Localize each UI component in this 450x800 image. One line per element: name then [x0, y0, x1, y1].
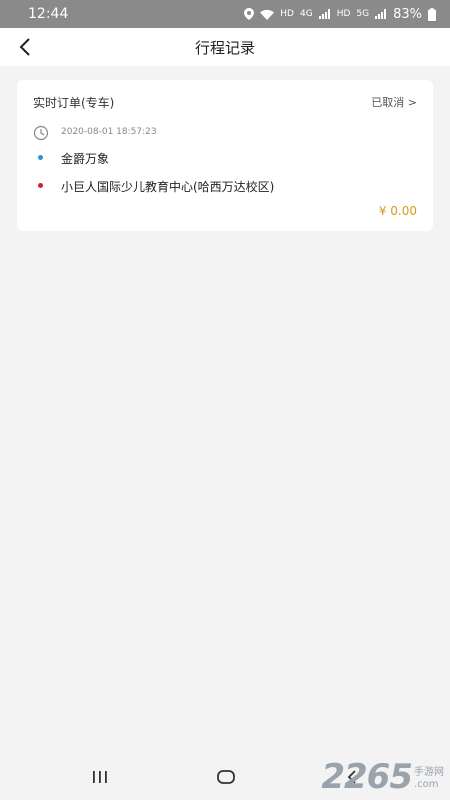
order-status[interactable]: 已取消 >	[371, 94, 417, 110]
hd-label-2: HD	[336, 9, 351, 19]
battery-icon	[428, 7, 436, 21]
home-icon	[217, 770, 235, 784]
recent-apps-icon	[93, 771, 107, 783]
recent-apps-button[interactable]	[88, 766, 112, 788]
trip-time: 2020-08-01 18:57:23	[61, 127, 157, 137]
status-bar: 12:44 HD 4G HD 5G 83%	[0, 0, 450, 28]
trip-fare: ¥ 0.00	[378, 204, 417, 218]
origin-dot-icon	[38, 155, 43, 160]
signal-icon	[318, 9, 331, 19]
home-button[interactable]	[214, 766, 238, 788]
watermark: 2265 手游网 .com	[321, 760, 444, 794]
watermark-number: 2265	[321, 757, 413, 797]
page-title: 行程记录	[194, 38, 255, 57]
origin-address: 金爵万象	[61, 152, 110, 166]
status-icons: HD 4G HD 5G 83%	[244, 7, 436, 22]
hd-label: HD	[280, 9, 294, 19]
wifi-icon	[260, 9, 275, 20]
order-type: 实时订单(专车)	[33, 96, 115, 110]
location-icon	[244, 8, 255, 20]
back-button[interactable]	[12, 34, 38, 60]
destination-address: 小巨人国际少儿教育中心(哈西万达校区)	[61, 180, 275, 194]
battery-percent: 83%	[393, 6, 422, 22]
clock-icon	[33, 125, 49, 141]
watermark-site: 手游网	[414, 767, 444, 778]
trip-record-card[interactable]: 实时订单(专车) 已取消 > 2020-08-01 18:57:23 金爵万象 …	[17, 80, 433, 231]
back-arrow-icon	[19, 38, 30, 56]
watermark-domain: .com	[414, 779, 439, 790]
signal-icon-2	[375, 9, 387, 19]
network-label-2: 5G	[356, 9, 370, 19]
destination-dot-icon	[38, 183, 43, 188]
app-header: 行程记录	[0, 28, 450, 66]
status-time: 12:44	[28, 6, 69, 22]
network-label: 4G	[299, 9, 313, 19]
